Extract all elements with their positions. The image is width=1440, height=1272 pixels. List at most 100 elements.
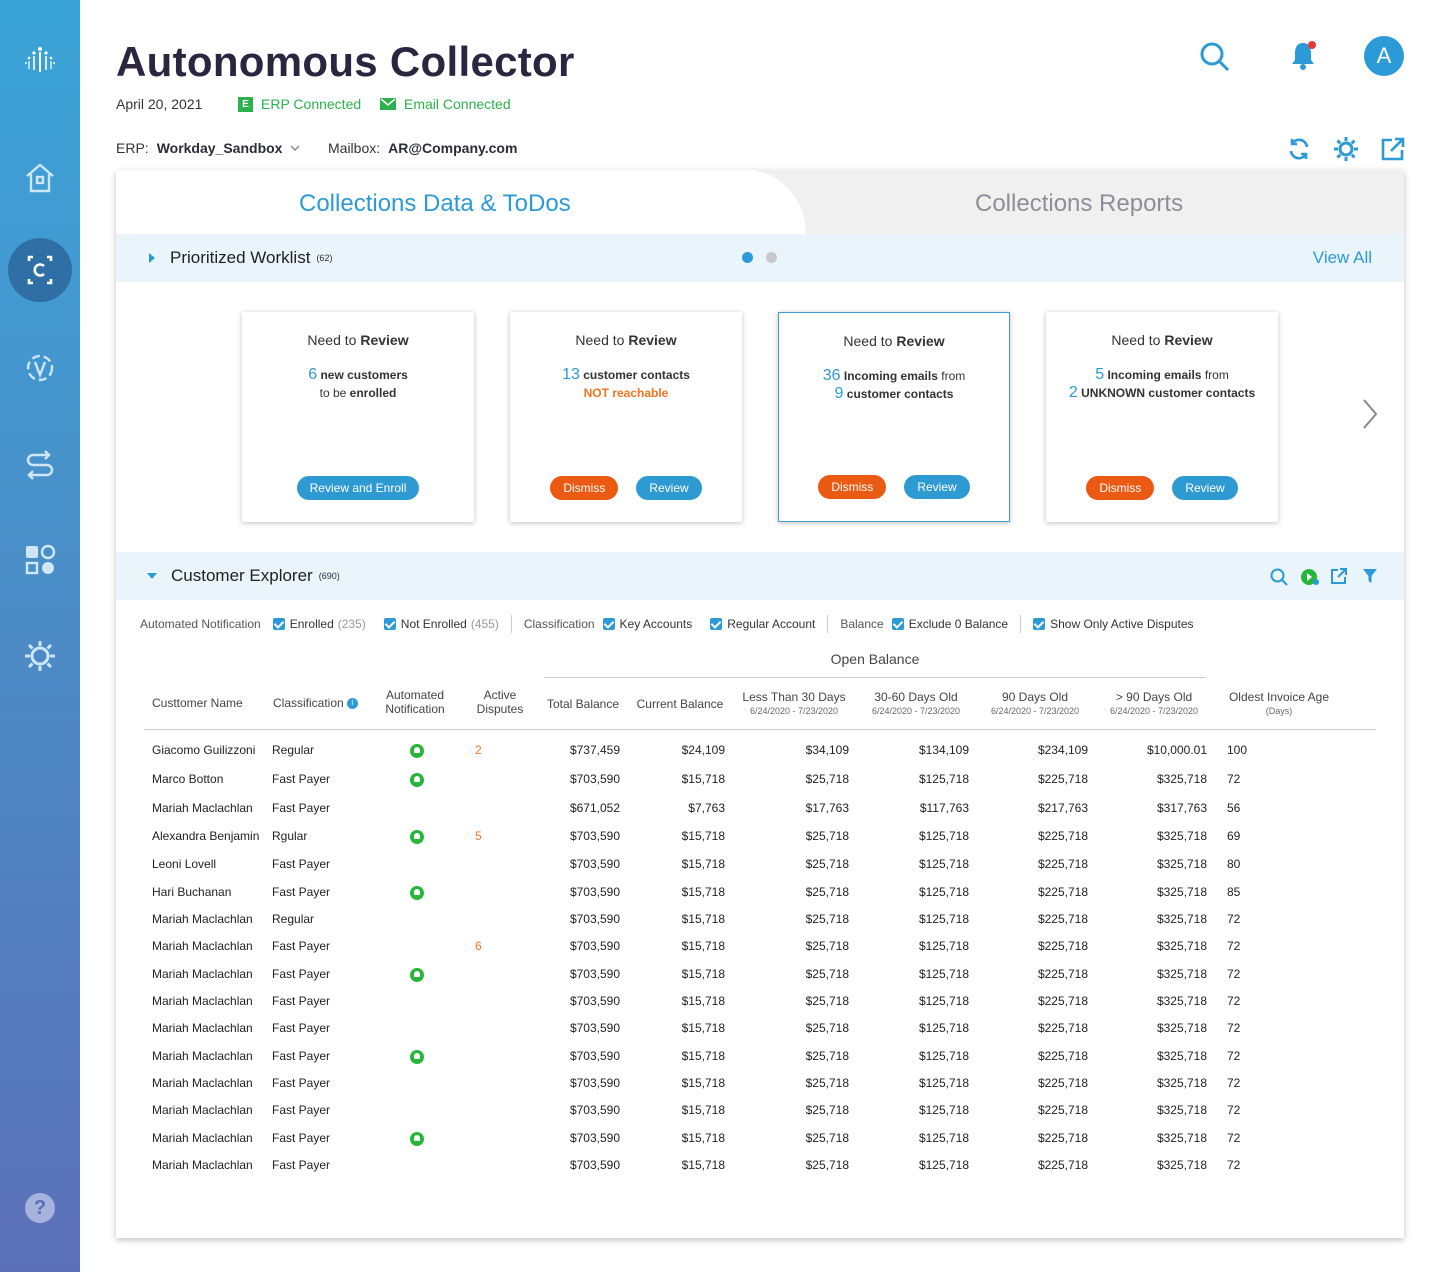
not-enrolled-checkbox[interactable] bbox=[383, 618, 396, 630]
home-icon[interactable] bbox=[8, 146, 72, 210]
cell-gt90: $325,718 bbox=[1156, 1076, 1207, 1090]
col-total-balance[interactable]: Total Balance bbox=[536, 697, 630, 711]
enrolled-checkbox[interactable] bbox=[272, 618, 285, 630]
cell-age: 56 bbox=[1227, 801, 1241, 815]
notification-bell-icon[interactable] bbox=[1286, 38, 1320, 74]
cell-d90: $225,718 bbox=[1037, 1131, 1088, 1145]
cell-lt30: $25,718 bbox=[805, 1076, 849, 1090]
col-classification[interactable]: Classification i bbox=[273, 696, 358, 710]
col-30-60-days[interactable]: 30-60 Days Old 6/24/2020 - 7/23/2020 bbox=[856, 690, 976, 718]
avatar[interactable]: A bbox=[1364, 36, 1404, 76]
group-divider bbox=[544, 677, 1206, 678]
cell-d3060: $125,718 bbox=[918, 1049, 969, 1063]
explorer-search-icon[interactable] bbox=[1270, 568, 1288, 591]
classification-filter-label: Classification bbox=[523, 617, 595, 631]
cell-name[interactable]: Mariah Maclachlan bbox=[152, 939, 253, 953]
cell-name[interactable]: Mariah Maclachlan bbox=[152, 1021, 253, 1035]
info-icon[interactable]: i bbox=[346, 697, 358, 709]
cell-total: $671,052 bbox=[569, 801, 620, 815]
review-and-enroll-button[interactable]: Review and Enroll bbox=[296, 476, 420, 500]
cell-total: $703,590 bbox=[569, 967, 620, 981]
cell-name[interactable]: Mariah Maclachlan bbox=[152, 1131, 253, 1145]
cell-d3060: $125,718 bbox=[918, 939, 969, 953]
cell-current: $15,718 bbox=[681, 1103, 725, 1117]
col-oldest-invoice-age[interactable]: Oldest Invoice Age (Days) bbox=[1220, 690, 1338, 718]
cell-lt30: $34,109 bbox=[805, 743, 849, 757]
review-button[interactable]: Review bbox=[636, 476, 702, 500]
gear-icon[interactable] bbox=[1332, 135, 1360, 163]
cell-name[interactable]: Hari Buchanan bbox=[152, 885, 231, 899]
cell-name[interactable]: Mariah Maclachlan bbox=[152, 1103, 253, 1117]
cell-name[interactable]: Mariah Maclachlan bbox=[152, 967, 253, 981]
col-automated-notification[interactable]: Automated Notification bbox=[368, 688, 462, 716]
cell-name[interactable]: Mariah Maclachlan bbox=[152, 1076, 253, 1090]
col-customer-name[interactable]: Custtomer Name bbox=[152, 696, 243, 710]
cell-cls: Fast Payer bbox=[272, 885, 331, 899]
col-active-disputes[interactable]: Active Disputes bbox=[462, 688, 538, 716]
cell-total: $703,590 bbox=[569, 912, 620, 926]
filter-icon[interactable] bbox=[1362, 568, 1378, 589]
cell-name[interactable]: Alexandra Benjamin bbox=[152, 829, 259, 843]
card-heading: Need to Review bbox=[575, 332, 677, 348]
card-heading: Need to Review bbox=[1111, 332, 1213, 348]
carousel-dot-2[interactable] bbox=[766, 252, 777, 263]
explorer-export-icon[interactable] bbox=[1330, 567, 1348, 590]
card-count-2: 9 bbox=[834, 385, 844, 402]
cell-name[interactable]: Mariah Maclachlan bbox=[152, 912, 253, 926]
key-accounts-checkbox[interactable] bbox=[602, 618, 615, 630]
apps-icon[interactable] bbox=[8, 528, 72, 592]
review-button[interactable]: Review bbox=[1172, 476, 1238, 500]
verify-icon[interactable] bbox=[8, 336, 72, 400]
play-notification-icon[interactable] bbox=[1300, 568, 1320, 591]
dismiss-button[interactable]: Dismiss bbox=[1086, 476, 1155, 500]
cell-current: $15,718 bbox=[681, 1076, 725, 1090]
cell-age: 80 bbox=[1227, 857, 1241, 871]
tab-collections-reports[interactable]: Collections Reports bbox=[975, 190, 1183, 218]
search-icon[interactable] bbox=[1198, 40, 1232, 74]
cell-name[interactable]: Mariah Maclachlan bbox=[152, 994, 253, 1008]
logo-icon[interactable] bbox=[8, 28, 72, 92]
exclude-zero-balance-checkbox[interactable] bbox=[891, 618, 904, 630]
chevron-down-icon bbox=[290, 145, 300, 151]
view-all-link[interactable]: View All bbox=[1313, 248, 1372, 268]
help-icon[interactable]: ? bbox=[8, 1176, 72, 1240]
cell-d90: $234,109 bbox=[1037, 743, 1088, 757]
erp-selector[interactable]: ERP: Workday_Sandbox bbox=[116, 140, 300, 156]
chevron-right-icon[interactable] bbox=[1362, 398, 1378, 435]
cell-d90: $225,718 bbox=[1037, 1158, 1088, 1172]
dismiss-button[interactable]: Dismiss bbox=[818, 475, 887, 499]
active-disputes-checkbox[interactable] bbox=[1033, 618, 1046, 630]
tab-collections-data[interactable]: Collections Data & ToDos bbox=[116, 170, 806, 236]
col-over-90-days[interactable]: > 90 Days Old 6/24/2020 - 7/23/2020 bbox=[1094, 690, 1214, 718]
col-90-days[interactable]: 90 Days Old 6/24/2020 - 7/23/2020 bbox=[975, 690, 1095, 718]
dismiss-button[interactable]: Dismiss bbox=[550, 476, 619, 500]
card-heading: Need to Review bbox=[843, 333, 945, 349]
expand-arrow-icon[interactable] bbox=[148, 252, 156, 264]
cell-name[interactable]: Mariah Maclachlan bbox=[152, 801, 253, 815]
cell-name[interactable]: Mariah Maclachlan bbox=[152, 1049, 253, 1063]
cell-name[interactable]: Leoni Lovell bbox=[152, 857, 216, 871]
cell-lt30: $25,718 bbox=[805, 912, 849, 926]
collector-icon[interactable] bbox=[8, 238, 72, 302]
cell-name[interactable]: Mariah Maclachlan bbox=[152, 1158, 253, 1172]
export-icon[interactable] bbox=[1379, 135, 1407, 163]
cell-name[interactable]: Marco Botton bbox=[152, 772, 223, 786]
workflow-icon[interactable] bbox=[8, 432, 72, 496]
col-less-than-30[interactable]: Less Than 30 Days 6/24/2020 - 7/23/2020 bbox=[730, 690, 858, 718]
notification-enabled-icon bbox=[410, 1132, 424, 1146]
col-current-balance[interactable]: Current Balance bbox=[630, 697, 730, 711]
cell-gt90: $325,718 bbox=[1156, 772, 1207, 786]
card-warning: NOT reachable bbox=[583, 386, 669, 400]
cell-name[interactable]: Giacomo Guilizzoni bbox=[152, 743, 255, 757]
cell-d90: $225,718 bbox=[1037, 994, 1088, 1008]
review-button[interactable]: Review bbox=[904, 475, 970, 499]
cell-d90: $225,718 bbox=[1037, 1049, 1088, 1063]
carousel-dot-1[interactable] bbox=[742, 252, 753, 263]
refresh-icon[interactable] bbox=[1286, 136, 1312, 162]
cell-d3060: $125,718 bbox=[918, 912, 969, 926]
cell-total: $703,590 bbox=[569, 1076, 620, 1090]
collapse-arrow-icon[interactable] bbox=[146, 572, 158, 580]
settings-icon[interactable] bbox=[8, 624, 72, 688]
cell-d3060: $125,718 bbox=[918, 994, 969, 1008]
regular-account-checkbox[interactable] bbox=[710, 618, 723, 630]
